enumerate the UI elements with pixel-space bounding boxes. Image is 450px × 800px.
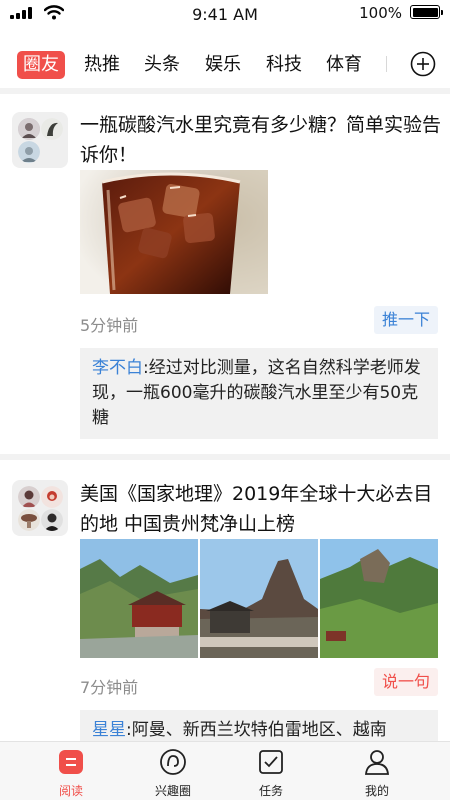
status-bar: 9:41 AM 100% <box>0 0 450 32</box>
push-button[interactable]: 推一下 <box>373 306 438 334</box>
post-image[interactable] <box>320 539 438 658</box>
feed-post[interactable]: 一瓶碳酸汽水里究竟有多少糖？简单实验告诉你！ 5分钟前 推一下 李不白:经过对比… <box>0 94 450 454</box>
avatar <box>41 118 63 140</box>
tab-quanyou[interactable]: 圈友 <box>17 51 65 79</box>
tab-yule[interactable]: 娱乐 <box>205 51 241 79</box>
circle-avatar-group[interactable] <box>12 112 68 168</box>
post-image[interactable] <box>200 539 318 658</box>
comment-button[interactable]: 说一句 <box>373 668 438 696</box>
interest-circle-icon <box>160 749 186 775</box>
feed-post[interactable]: 美国《国家地理》2019年全球十大必去目的地 中国贵州梵净山上榜 7分钟前 说一… <box>0 460 450 741</box>
featured-comment[interactable]: 李不白:经过对比测量，这名自然科学老师发现，一瓶600毫升的碳酸汽水里至少有50… <box>80 348 438 439</box>
add-channel-icon[interactable] <box>410 51 436 77</box>
avatar <box>18 486 40 508</box>
comment-author[interactable]: 星星 <box>92 720 126 740</box>
bottom-navigation: 阅读 兴趣圈 任务 我的 <box>0 741 450 800</box>
profile-icon <box>365 750 389 775</box>
tab-retui[interactable]: 热推 <box>84 51 120 79</box>
post-time: 5分钟前 <box>80 316 139 335</box>
avatar <box>41 509 63 531</box>
featured-comment[interactable]: 星星:阿曼、新西兰坎特伯雷地区、越南 <box>80 710 438 741</box>
avatar <box>18 118 40 140</box>
nav-task[interactable]: 任务 <box>231 748 311 799</box>
post-image[interactable] <box>80 539 198 658</box>
post-image-gallery[interactable] <box>80 539 438 658</box>
avatar <box>18 141 40 163</box>
avatar <box>18 509 40 531</box>
nav-task-label: 任务 <box>258 784 283 798</box>
avatar <box>41 486 63 508</box>
nav-profile[interactable]: 我的 <box>337 748 417 799</box>
tab-tiyu[interactable]: 体育 <box>326 51 362 79</box>
comment-text: :阿曼、新西兰坎特伯雷地区、越南 <box>126 720 387 740</box>
tab-toutiao[interactable]: 头条 <box>144 51 180 79</box>
post-image-soda-glass[interactable] <box>80 170 268 294</box>
tab-keji[interactable]: 科技 <box>266 51 302 79</box>
nav-read[interactable]: 阅读 <box>31 748 111 799</box>
battery-percentage: 100% <box>359 4 402 22</box>
nav-profile-label: 我的 <box>364 784 389 798</box>
battery-icon <box>410 5 443 19</box>
comment-author[interactable]: 李不白 <box>92 358 143 378</box>
tab-divider <box>386 56 387 72</box>
nav-interest-label: 兴趣圈 <box>154 784 191 798</box>
post-title[interactable]: 美国《国家地理》2019年全球十大必去目的地 中国贵州梵净山上榜 <box>80 479 442 539</box>
circle-avatar-group[interactable] <box>12 480 68 536</box>
post-title[interactable]: 一瓶碳酸汽水里究竟有多少糖？简单实验告诉你！ <box>80 110 442 170</box>
nav-interest-circle[interactable]: 兴趣圈 <box>133 748 213 799</box>
category-tab-bar: 圈友 热推 头条 娱乐 科技 体育 <box>0 38 450 88</box>
read-icon <box>59 750 83 774</box>
nav-read-label: 阅读 <box>58 784 83 798</box>
task-icon <box>259 750 283 774</box>
post-time: 7分钟前 <box>80 678 139 697</box>
